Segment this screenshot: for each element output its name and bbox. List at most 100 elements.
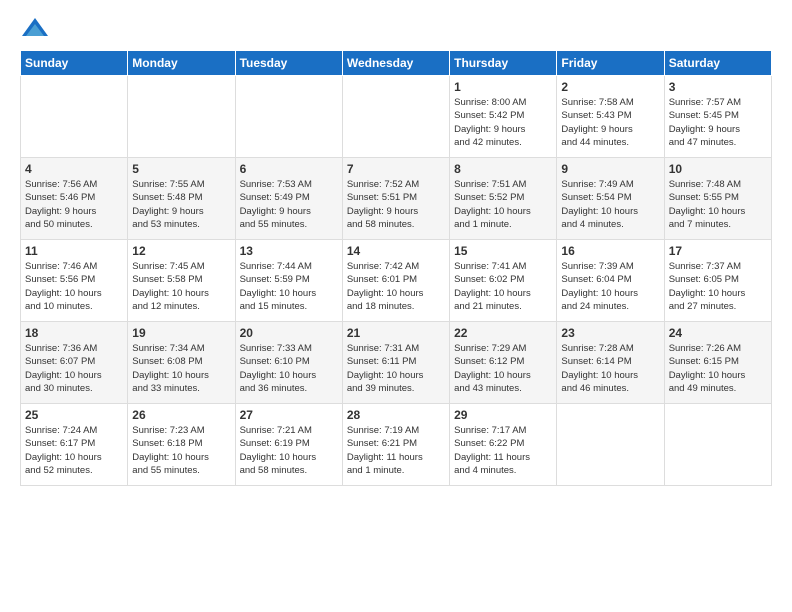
logo-icon	[20, 16, 50, 40]
day-number: 11	[25, 244, 123, 258]
day-header-saturday: Saturday	[664, 51, 771, 76]
day-number: 27	[240, 408, 338, 422]
day-number: 19	[132, 326, 230, 340]
day-number: 14	[347, 244, 445, 258]
day-info: Sunrise: 7:17 AM Sunset: 6:22 PM Dayligh…	[454, 424, 552, 477]
day-cell: 26 Sunrise: 7:23 AM Sunset: 6:18 PM Dayli…	[128, 404, 235, 486]
day-number: 26	[132, 408, 230, 422]
day-cell: 1 Sunrise: 8:00 AM Sunset: 5:42 PM Daylig…	[450, 76, 557, 158]
day-cell: 15 Sunrise: 7:41 AM Sunset: 6:02 PM Dayli…	[450, 240, 557, 322]
day-number: 25	[25, 408, 123, 422]
day-number: 23	[561, 326, 659, 340]
day-cell: 3 Sunrise: 7:57 AM Sunset: 5:45 PM Daylig…	[664, 76, 771, 158]
day-info: Sunrise: 7:49 AM Sunset: 5:54 PM Dayligh…	[561, 178, 659, 231]
day-number: 20	[240, 326, 338, 340]
day-cell: 20 Sunrise: 7:33 AM Sunset: 6:10 PM Dayli…	[235, 322, 342, 404]
day-number: 13	[240, 244, 338, 258]
day-info: Sunrise: 7:41 AM Sunset: 6:02 PM Dayligh…	[454, 260, 552, 313]
day-number: 3	[669, 80, 767, 94]
day-cell	[21, 76, 128, 158]
week-row-3: 11 Sunrise: 7:46 AM Sunset: 5:56 PM Dayli…	[21, 240, 772, 322]
day-info: Sunrise: 7:29 AM Sunset: 6:12 PM Dayligh…	[454, 342, 552, 395]
header	[20, 16, 772, 40]
day-cell	[235, 76, 342, 158]
week-row-4: 18 Sunrise: 7:36 AM Sunset: 6:07 PM Dayli…	[21, 322, 772, 404]
day-cell: 7 Sunrise: 7:52 AM Sunset: 5:51 PM Daylig…	[342, 158, 449, 240]
week-row-5: 25 Sunrise: 7:24 AM Sunset: 6:17 PM Dayli…	[21, 404, 772, 486]
day-info: Sunrise: 7:23 AM Sunset: 6:18 PM Dayligh…	[132, 424, 230, 477]
day-cell: 24 Sunrise: 7:26 AM Sunset: 6:15 PM Dayli…	[664, 322, 771, 404]
day-number: 1	[454, 80, 552, 94]
day-info: Sunrise: 7:58 AM Sunset: 5:43 PM Dayligh…	[561, 96, 659, 149]
day-info: Sunrise: 7:34 AM Sunset: 6:08 PM Dayligh…	[132, 342, 230, 395]
day-number: 10	[669, 162, 767, 176]
day-header-friday: Friday	[557, 51, 664, 76]
day-number: 21	[347, 326, 445, 340]
day-number: 24	[669, 326, 767, 340]
day-info: Sunrise: 7:31 AM Sunset: 6:11 PM Dayligh…	[347, 342, 445, 395]
day-cell: 12 Sunrise: 7:45 AM Sunset: 5:58 PM Dayli…	[128, 240, 235, 322]
day-header-wednesday: Wednesday	[342, 51, 449, 76]
day-cell: 4 Sunrise: 7:56 AM Sunset: 5:46 PM Daylig…	[21, 158, 128, 240]
week-row-2: 4 Sunrise: 7:56 AM Sunset: 5:46 PM Daylig…	[21, 158, 772, 240]
header-row: SundayMondayTuesdayWednesdayThursdayFrid…	[21, 51, 772, 76]
day-number: 12	[132, 244, 230, 258]
day-number: 8	[454, 162, 552, 176]
day-info: Sunrise: 7:24 AM Sunset: 6:17 PM Dayligh…	[25, 424, 123, 477]
day-cell: 23Sunrise: 7:28 AM Sunset: 6:14 PM Dayli…	[557, 322, 664, 404]
day-cell: 11 Sunrise: 7:46 AM Sunset: 5:56 PM Dayli…	[21, 240, 128, 322]
day-cell: 16Sunrise: 7:39 AM Sunset: 6:04 PM Dayli…	[557, 240, 664, 322]
page: SundayMondayTuesdayWednesdayThursdayFrid…	[0, 0, 792, 496]
day-cell	[557, 404, 664, 486]
day-cell: 9 Sunrise: 7:49 AM Sunset: 5:54 PM Daylig…	[557, 158, 664, 240]
day-info: Sunrise: 7:44 AM Sunset: 5:59 PM Dayligh…	[240, 260, 338, 313]
day-number: 18	[25, 326, 123, 340]
day-cell: 29Sunrise: 7:17 AM Sunset: 6:22 PM Dayli…	[450, 404, 557, 486]
day-info: Sunrise: 7:19 AM Sunset: 6:21 PM Dayligh…	[347, 424, 445, 477]
day-info: Sunrise: 7:46 AM Sunset: 5:56 PM Dayligh…	[25, 260, 123, 313]
day-info: Sunrise: 7:39 AM Sunset: 6:04 PM Dayligh…	[561, 260, 659, 313]
day-cell: 21 Sunrise: 7:31 AM Sunset: 6:11 PM Dayli…	[342, 322, 449, 404]
day-cell: 10 Sunrise: 7:48 AM Sunset: 5:55 PM Dayli…	[664, 158, 771, 240]
day-info: Sunrise: 7:45 AM Sunset: 5:58 PM Dayligh…	[132, 260, 230, 313]
day-number: 9	[561, 162, 659, 176]
day-cell: 19 Sunrise: 7:34 AM Sunset: 6:08 PM Dayli…	[128, 322, 235, 404]
day-number: 22	[454, 326, 552, 340]
day-cell: 28 Sunrise: 7:19 AM Sunset: 6:21 PM Dayli…	[342, 404, 449, 486]
day-number: 5	[132, 162, 230, 176]
day-info: Sunrise: 7:37 AM Sunset: 6:05 PM Dayligh…	[669, 260, 767, 313]
day-cell: 8 Sunrise: 7:51 AM Sunset: 5:52 PM Daylig…	[450, 158, 557, 240]
day-header-sunday: Sunday	[21, 51, 128, 76]
day-number: 15	[454, 244, 552, 258]
day-info: Sunrise: 7:52 AM Sunset: 5:51 PM Dayligh…	[347, 178, 445, 231]
day-cell: 22 Sunrise: 7:29 AM Sunset: 6:12 PM Dayli…	[450, 322, 557, 404]
day-info: Sunrise: 7:42 AM Sunset: 6:01 PM Dayligh…	[347, 260, 445, 313]
week-row-1: 1 Sunrise: 8:00 AM Sunset: 5:42 PM Daylig…	[21, 76, 772, 158]
day-number: 7	[347, 162, 445, 176]
day-header-monday: Monday	[128, 51, 235, 76]
day-info: Sunrise: 7:36 AM Sunset: 6:07 PM Dayligh…	[25, 342, 123, 395]
day-info: Sunrise: 8:00 AM Sunset: 5:42 PM Dayligh…	[454, 96, 552, 149]
day-number: 4	[25, 162, 123, 176]
day-info: Sunrise: 7:51 AM Sunset: 5:52 PM Dayligh…	[454, 178, 552, 231]
day-cell: 14 Sunrise: 7:42 AM Sunset: 6:01 PM Dayli…	[342, 240, 449, 322]
calendar-table: SundayMondayTuesdayWednesdayThursdayFrid…	[20, 50, 772, 486]
day-cell: 2 Sunrise: 7:58 AM Sunset: 5:43 PM Daylig…	[557, 76, 664, 158]
day-info: Sunrise: 7:26 AM Sunset: 6:15 PM Dayligh…	[669, 342, 767, 395]
day-cell: 17 Sunrise: 7:37 AM Sunset: 6:05 PM Dayli…	[664, 240, 771, 322]
day-cell: 5Sunrise: 7:55 AM Sunset: 5:48 PM Daylig…	[128, 158, 235, 240]
day-number: 28	[347, 408, 445, 422]
day-info: Sunrise: 7:57 AM Sunset: 5:45 PM Dayligh…	[669, 96, 767, 149]
day-info: Sunrise: 7:21 AM Sunset: 6:19 PM Dayligh…	[240, 424, 338, 477]
day-info: Sunrise: 7:56 AM Sunset: 5:46 PM Dayligh…	[25, 178, 123, 231]
day-info: Sunrise: 7:48 AM Sunset: 5:55 PM Dayligh…	[669, 178, 767, 231]
logo	[20, 16, 54, 40]
day-cell	[664, 404, 771, 486]
day-header-thursday: Thursday	[450, 51, 557, 76]
day-cell: 6Sunrise: 7:53 AM Sunset: 5:49 PM Daylig…	[235, 158, 342, 240]
day-number: 2	[561, 80, 659, 94]
day-info: Sunrise: 7:53 AM Sunset: 5:49 PM Dayligh…	[240, 178, 338, 231]
day-header-tuesday: Tuesday	[235, 51, 342, 76]
day-number: 17	[669, 244, 767, 258]
day-info: Sunrise: 7:33 AM Sunset: 6:10 PM Dayligh…	[240, 342, 338, 395]
